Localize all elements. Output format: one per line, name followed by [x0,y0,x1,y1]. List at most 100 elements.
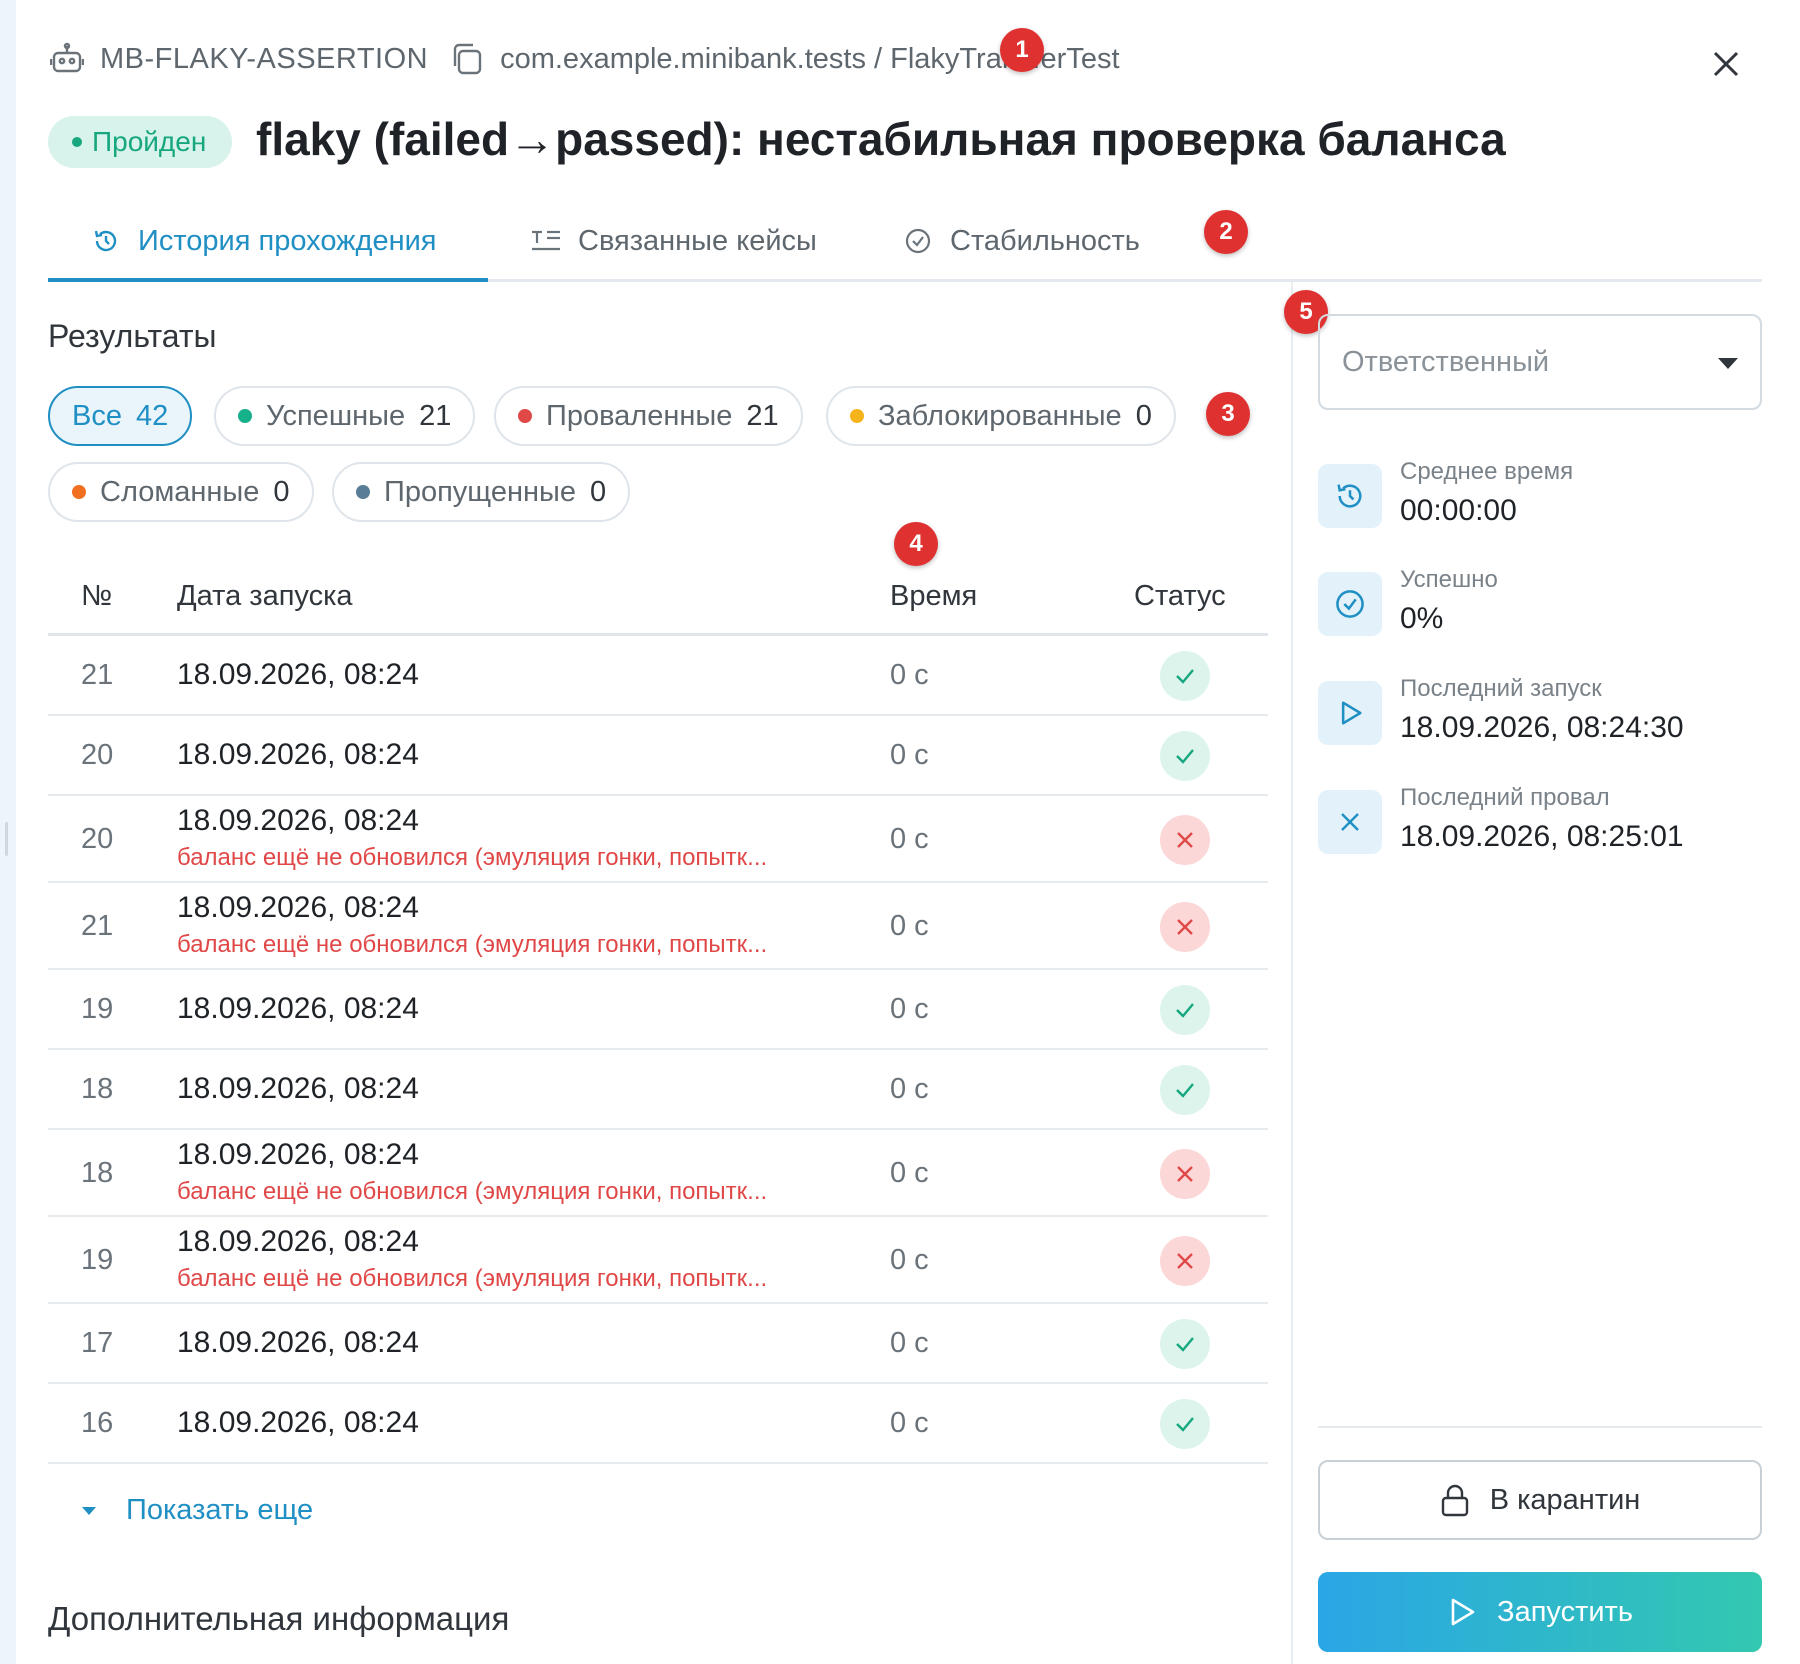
row-time: 0 с [890,1327,929,1359]
filter-skipped-label: Пропущенные [384,475,576,508]
failed-dot [518,409,532,423]
row-date: 18.09.2026, 08:24 [177,658,419,691]
filter-broken[interactable]: Сломанные 0 [48,462,314,522]
status-passed-icon [1160,651,1210,701]
table-row[interactable]: 18 18.09.2026, 08:24 баланс ещё не обновил… [48,1130,1268,1217]
row-date: 18.09.2026, 08:24 [177,804,419,837]
tab-stability[interactable]: Стабильность [902,200,1140,282]
active-tab-indicator [48,278,488,282]
row-number: 16 [81,1407,114,1439]
caret-down-icon [1718,358,1738,369]
row-time: 0 с [890,822,929,855]
filter-all[interactable]: Все 42 [48,386,193,446]
row-date: 18.09.2026, 08:24 [177,891,419,924]
close-button[interactable] [1706,44,1746,84]
stat-value: 00:00:00 [1400,494,1517,527]
row-date: 18.09.2026, 08:24 [177,1225,419,1258]
row-number: 20 [81,822,114,855]
filter-blocked-label: Заблокированные [878,399,1122,432]
table-row[interactable]: 21 18.09.2026, 08:24 баланс ещё не обновил… [48,883,1268,970]
row-number: 18 [81,1156,114,1189]
stat-last-failure: Последний провал 18.09.2026, 08:25:01 [1318,784,1762,864]
tab-history[interactable]: История прохождения [90,200,437,282]
status-failed-icon [1160,1235,1210,1286]
filter-blocked[interactable]: Заблокированные 0 [826,386,1176,446]
stat-label: Последний запуск [1400,675,1602,702]
row-time: 0 с [890,1156,929,1189]
filter-broken-count: 0 [273,475,290,508]
close-icon [1713,51,1739,77]
tab-linked-cases[interactable]: Связанные кейсы [530,200,817,282]
row-date: 18.09.2026, 08:24 [177,1406,419,1439]
row-date: 18.09.2026, 08:24 [177,992,419,1025]
table-row[interactable]: 16 18.09.2026, 08:24 0 с [48,1384,1268,1464]
row-error-message: баланс ещё не обновился (эмуляция гонки,… [177,844,768,871]
robot-icon [48,40,86,78]
table-row[interactable]: 20 18.09.2026, 08:24 баланс ещё не обновил… [48,796,1268,883]
table-row[interactable]: 20 18.09.2026, 08:24 0 с [48,716,1268,796]
row-time: 0 с [890,739,929,771]
status-label: Пройден [92,126,207,157]
row-number: 19 [81,1243,114,1276]
row-number: 20 [81,739,114,771]
col-number: № [81,580,113,612]
col-time[interactable]: Время [890,580,977,613]
blocked-dot [850,409,864,423]
assignee-select[interactable]: Ответственный [1318,314,1762,410]
row-time: 0 с [890,1073,929,1105]
filter-all-label: Все [72,399,122,432]
left-edge-strip [0,0,16,1664]
tab-history-label: История прохождения [138,224,437,257]
test-key: MB-FLAKY-ASSERTION [100,42,429,75]
lock-icon [1440,1483,1470,1517]
status-failed-icon [1160,814,1210,865]
filter-skipped-count: 0 [589,475,607,508]
play-icon [1318,681,1382,745]
tab-stability-label: Стабильность [950,224,1140,257]
status-passed-icon [1160,1065,1210,1115]
stat-value: 18.09.2026, 08:25:01 [1400,820,1684,853]
skipped-dot [356,485,370,499]
run-button[interactable]: Запустить [1318,1572,1762,1652]
filter-skipped[interactable]: Пропущенные 0 [332,462,631,522]
row-number: 21 [81,659,114,691]
quarantine-label: В карантин [1489,1483,1641,1516]
row-time: 0 с [890,1407,929,1439]
table-row[interactable]: 17 18.09.2026, 08:24 0 с [48,1304,1268,1384]
stat-label: Среднее время [1400,458,1574,485]
filter-passed-label: Успешные [266,399,406,432]
stat-last-run: Последний запуск 18.09.2026, 08:24:30 [1318,675,1762,755]
filter-passed[interactable]: Успешные 21 [214,386,476,446]
table-row[interactable]: 19 18.09.2026, 08:24 баланс ещё не обновил… [48,1217,1268,1304]
filter-failed[interactable]: Проваленные 21 [494,386,803,446]
filter-failed-label: Проваленные [546,399,733,432]
table-row[interactable]: 19 18.09.2026, 08:24 0 с [48,970,1268,1050]
row-number: 19 [81,993,114,1025]
panel-divider [1291,282,1293,1664]
status-passed-icon [1160,731,1210,781]
table-header: № Дата запуска Время Статус [48,560,1268,636]
quarantine-button[interactable]: В карантин [1318,1460,1762,1540]
filter-passed-count: 21 [419,399,452,432]
table-row[interactable]: 18 18.09.2026, 08:24 0 с [48,1050,1268,1130]
stat-avg-time: Среднее время 00:00:00 [1318,458,1762,538]
filter-blocked-count: 0 [1135,399,1152,432]
resize-handle[interactable] [5,822,8,856]
row-date: 18.09.2026, 08:24 [177,1326,419,1359]
filter-broken-label: Сломанные [100,475,260,508]
table-row[interactable]: 21 18.09.2026, 08:24 0 с [48,636,1268,716]
check-circle-icon [902,225,934,257]
copy-icon[interactable] [448,40,486,78]
results-title: Результаты [48,318,217,354]
marker-2: 2 [1204,210,1248,254]
row-number: 21 [81,909,114,942]
row-date: 18.09.2026, 08:24 [177,738,419,771]
show-more-button[interactable]: Показать еще [82,1494,313,1527]
status-passed-icon [1160,985,1210,1035]
history-icon [90,225,122,257]
tab-bar: История прохождения Связанные кейсы Стаб… [48,200,1762,282]
row-time: 0 с [890,993,929,1025]
row-number: 17 [81,1327,114,1359]
row-date: 18.09.2026, 08:24 [177,1072,419,1105]
x-icon [1318,790,1382,854]
